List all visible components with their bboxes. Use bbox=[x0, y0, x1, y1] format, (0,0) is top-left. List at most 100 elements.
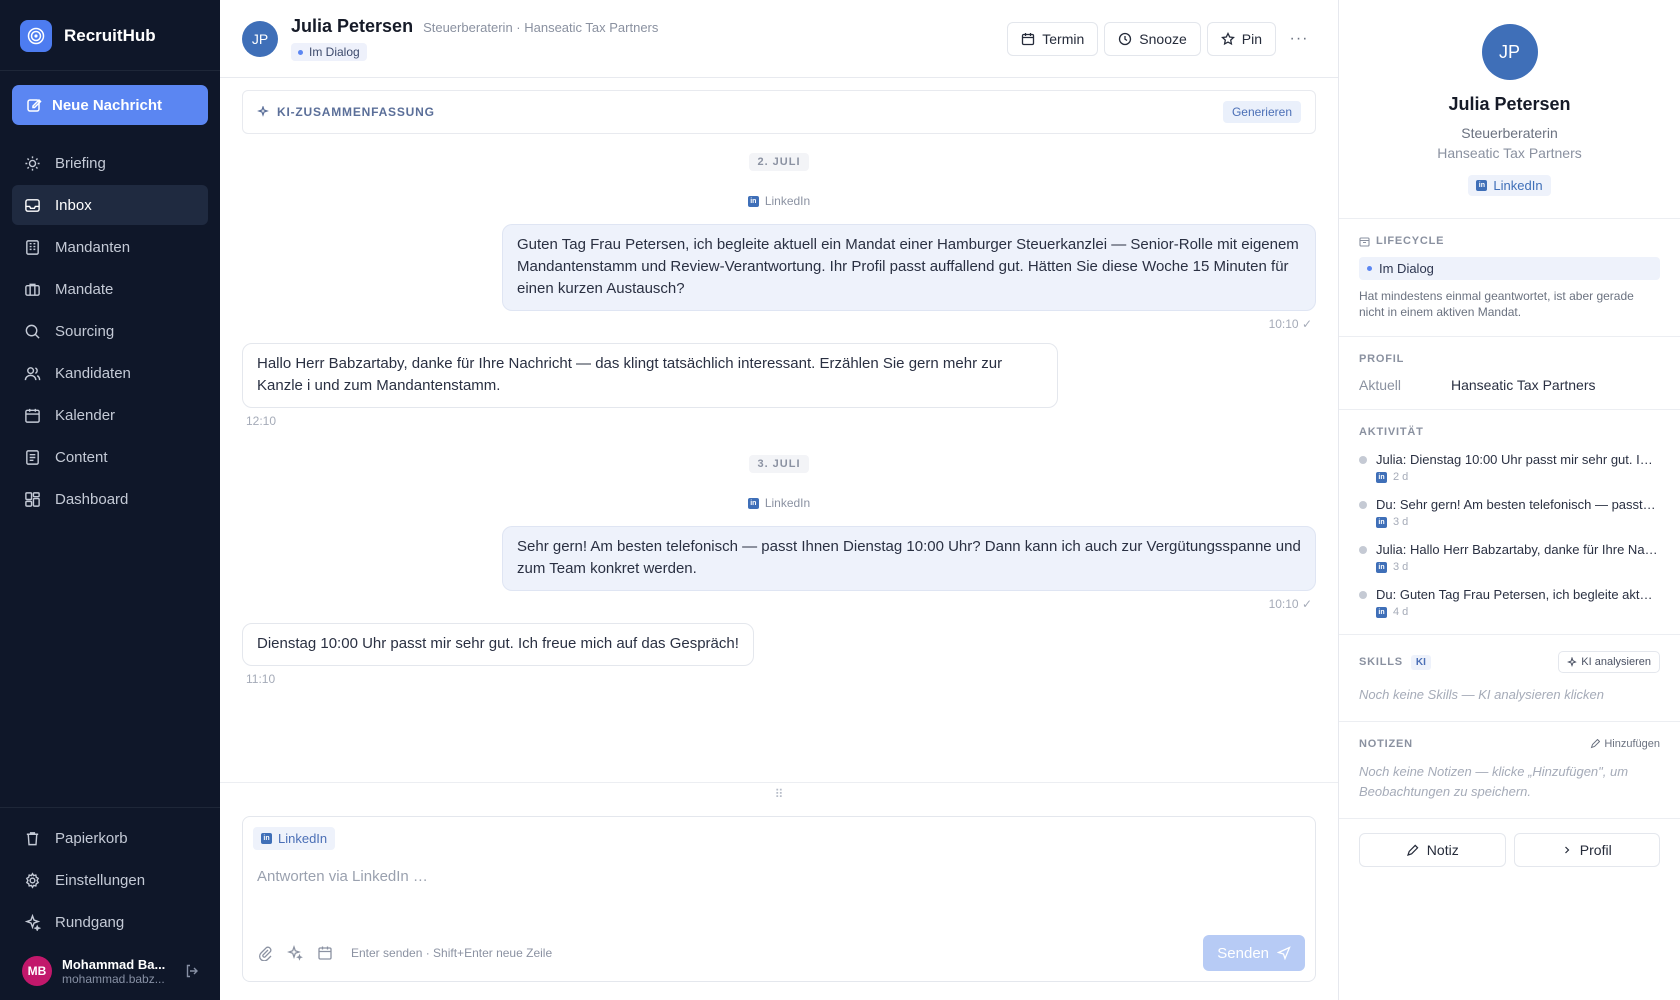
nav-label: Papierkorb bbox=[55, 829, 128, 847]
conversation-view: JP Julia Petersen Steuerberaterin · Hans… bbox=[220, 0, 1339, 1000]
message-thread: 2. JULI in LinkedIn Guten Tag Frau Peters… bbox=[220, 134, 1338, 782]
message-incoming: Dienstag 10:00 Uhr passt mir sehr gut. I… bbox=[242, 623, 754, 666]
nav-label: Content bbox=[55, 448, 108, 466]
briefcase-icon bbox=[25, 283, 40, 296]
activity-item[interactable]: Julia: Hallo Herr Babzartaby, danke für … bbox=[1359, 542, 1660, 573]
avatar: MB bbox=[22, 956, 52, 986]
section-title: LIFECYCLE bbox=[1359, 235, 1660, 247]
profile-key: Aktuell bbox=[1359, 377, 1402, 393]
linkedin-icon: in bbox=[1376, 561, 1387, 573]
user-email: mohammad.babz... bbox=[62, 971, 165, 986]
ai-summary-bar: KI-ZUSAMMENFASSUNG Generieren bbox=[242, 90, 1316, 134]
conversation-header: JP Julia Petersen Steuerberaterin · Hans… bbox=[220, 0, 1338, 78]
building-icon bbox=[26, 239, 39, 255]
avatar: JP bbox=[242, 20, 278, 57]
message-time: 11:10 bbox=[246, 672, 276, 686]
clock-icon bbox=[1119, 32, 1132, 45]
ai-badge: KI bbox=[1410, 654, 1431, 670]
sparkle-icon bbox=[257, 106, 269, 117]
user-profile[interactable]: MB Mohammad Ba... mohammad.babz... bbox=[0, 942, 220, 1000]
more-icon[interactable]: ··· bbox=[1282, 22, 1316, 56]
resize-handle[interactable]: ⠿ bbox=[220, 782, 1338, 802]
profile-button[interactable]: Profil bbox=[1513, 833, 1660, 867]
nav-label: Mandate bbox=[55, 280, 114, 298]
ai-summary-label: KI-ZUSAMMENFASSUNG bbox=[257, 105, 435, 119]
linkedin-icon: in bbox=[1376, 516, 1387, 528]
lifecycle-status[interactable]: Im Dialog bbox=[1359, 257, 1660, 280]
grid-icon bbox=[25, 491, 40, 507]
nav-item-inbox[interactable]: Inbox bbox=[12, 185, 208, 225]
star-icon bbox=[1220, 31, 1235, 45]
linkedin-icon: in bbox=[1376, 471, 1387, 483]
pencil-icon bbox=[1406, 844, 1419, 856]
generate-summary-button[interactable]: Generieren bbox=[1222, 101, 1301, 123]
linkedin-icon: in bbox=[1376, 606, 1387, 618]
sidebar: RecruitHub Neue Nachricht Briefing Inbox… bbox=[0, 0, 220, 1000]
activity-text: Du: Guten Tag Frau Petersen, ich begleit… bbox=[1376, 587, 1658, 602]
composer: inLinkedIn Enter senden · Shift+Enter ne… bbox=[242, 816, 1316, 982]
ai-analyze-button[interactable]: KI analysieren bbox=[1558, 651, 1660, 673]
message-time: 12:10 bbox=[246, 414, 277, 428]
sparkle-icon bbox=[1567, 657, 1578, 667]
section-title: SKILLS bbox=[1359, 656, 1403, 668]
note-button[interactable]: Notiz bbox=[1359, 833, 1506, 867]
nav-item-kalender[interactable]: Kalender bbox=[12, 395, 208, 435]
logout-icon[interactable] bbox=[184, 963, 200, 979]
channel-label: in LinkedIn bbox=[242, 194, 1316, 208]
document-icon bbox=[26, 449, 39, 465]
channel-label: in LinkedIn bbox=[242, 496, 1316, 510]
nav-item-rundgang[interactable]: Rundgang bbox=[12, 902, 208, 942]
nav-item-einstellungen[interactable]: Einstellungen bbox=[12, 860, 208, 900]
nav-item-mandate[interactable]: Mandate bbox=[12, 269, 208, 309]
send-button[interactable]: Senden bbox=[1203, 935, 1305, 971]
nav-item-papierkorb[interactable]: Papierkorb bbox=[12, 818, 208, 858]
nav-item-briefing[interactable]: Briefing bbox=[12, 143, 208, 183]
date-separator: 2. JULI bbox=[242, 153, 1316, 171]
add-note-button[interactable]: Hinzufügen bbox=[1590, 738, 1660, 750]
linkedin-link[interactable]: in LinkedIn bbox=[1468, 175, 1551, 196]
skills-empty: Noch keine Skills — KI analysieren klick… bbox=[1359, 687, 1604, 702]
activity-item[interactable]: Du: Sehr gern! Am besten telefonisch — p… bbox=[1359, 497, 1660, 528]
reply-input[interactable] bbox=[253, 864, 1305, 914]
calendar-icon[interactable] bbox=[317, 945, 333, 961]
contact-card: JP Julia Petersen Steuerberaterin Hansea… bbox=[1339, 0, 1680, 219]
nav-label: Mandanten bbox=[55, 238, 131, 256]
nav-item-dashboard[interactable]: Dashboard bbox=[12, 479, 208, 519]
profile-section: PROFIL Aktuell Hanseatic Tax Partners bbox=[1339, 337, 1680, 410]
activity-section: AKTIVITÄT Julia: Dienstag 10:00 Uhr pass… bbox=[1339, 410, 1680, 635]
pencil-icon bbox=[1591, 739, 1601, 749]
app-name: RecruitHub bbox=[64, 26, 156, 45]
channel-selector[interactable]: in LinkedIn bbox=[253, 827, 336, 850]
send-icon bbox=[1277, 946, 1291, 960]
nav-label: Kandidaten bbox=[55, 364, 131, 382]
snooze-button[interactable]: Snooze bbox=[1104, 21, 1201, 56]
activity-item[interactable]: Du: Guten Tag Frau Petersen, ich begleit… bbox=[1359, 587, 1660, 618]
contact-name: Julia Petersen bbox=[1448, 94, 1571, 114]
contact-panel: JP Julia Petersen Steuerberaterin Hansea… bbox=[1339, 0, 1680, 1000]
nav-label: Sourcing bbox=[55, 322, 115, 340]
activity-text: Julia: Hallo Herr Babzartaby, danke für … bbox=[1376, 542, 1658, 557]
status-badge: Im Dialog bbox=[291, 43, 367, 61]
contact-name: Julia Petersen bbox=[291, 16, 414, 36]
contact-company: Hanseatic Tax Partners bbox=[1437, 145, 1582, 161]
nav-item-kandidaten[interactable]: Kandidaten bbox=[12, 353, 208, 393]
nav-item-content[interactable]: Content bbox=[12, 437, 208, 477]
nav-item-sourcing[interactable]: Sourcing bbox=[12, 311, 208, 351]
message-time: 10:10 ✓ bbox=[1268, 597, 1312, 611]
linkedin-icon: in bbox=[1476, 180, 1488, 191]
box-icon bbox=[1359, 236, 1370, 247]
activity-text: Julia: Dienstag 10:00 Uhr passt mir sehr… bbox=[1376, 452, 1658, 467]
nav-item-mandanten[interactable]: Mandanten bbox=[12, 227, 208, 267]
new-message-button[interactable]: Neue Nachricht bbox=[12, 85, 208, 125]
sparkle-icon[interactable] bbox=[287, 945, 303, 961]
nav-label: Dashboard bbox=[55, 490, 129, 508]
termin-button[interactable]: Termin bbox=[1007, 21, 1099, 56]
lifecycle-section: LIFECYCLE Im Dialog Hat mindestens einma… bbox=[1339, 219, 1680, 337]
paperclip-icon[interactable] bbox=[257, 945, 273, 961]
message-outgoing: Sehr gern! Am besten telefonisch — passt… bbox=[502, 526, 1316, 591]
pin-button[interactable]: Pin bbox=[1206, 21, 1276, 56]
nav-label: Kalender bbox=[55, 406, 116, 424]
avatar: JP bbox=[1481, 24, 1538, 80]
activity-item[interactable]: Julia: Dienstag 10:00 Uhr passt mir sehr… bbox=[1359, 452, 1660, 483]
lifecycle-description: Hat mindestens einmal geantwortet, ist a… bbox=[1359, 289, 1634, 319]
